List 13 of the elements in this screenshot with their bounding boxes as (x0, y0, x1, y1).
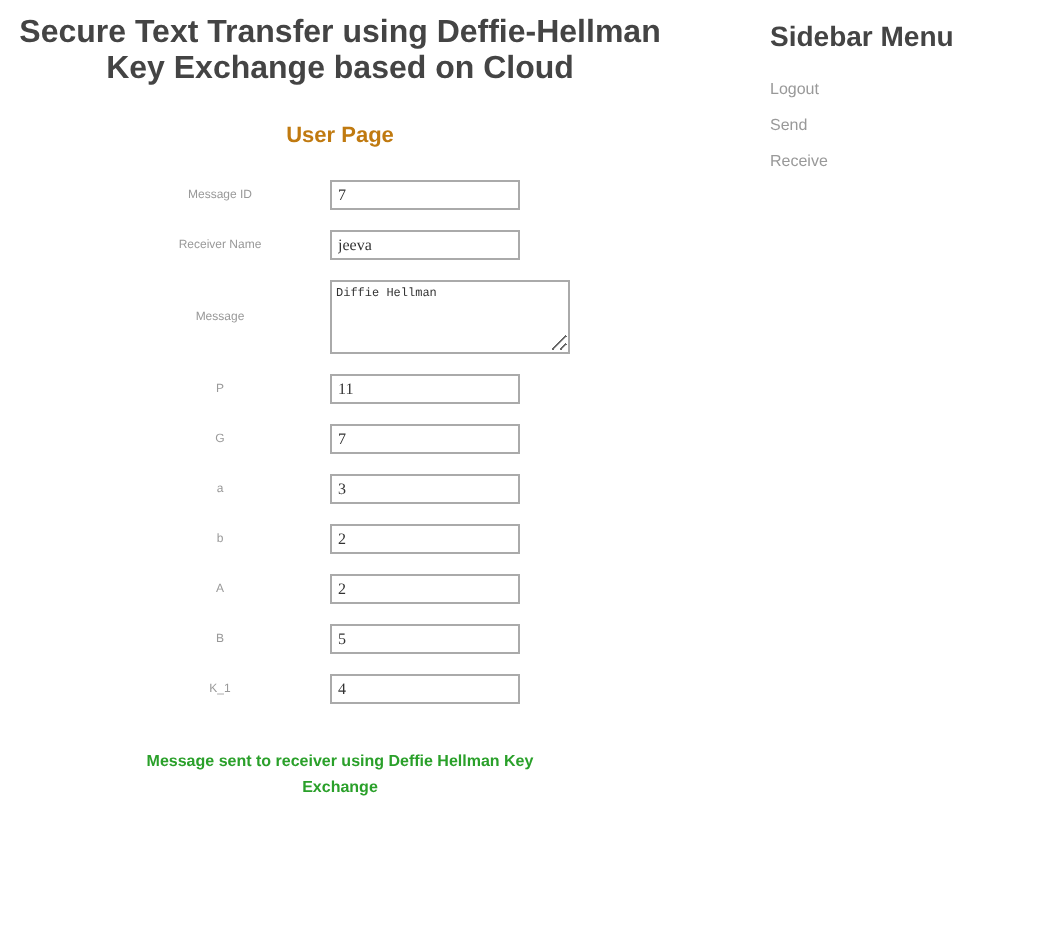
sidebar-title: Sidebar Menu (770, 20, 954, 52)
input-field[interactable]: 7 (330, 180, 520, 210)
input-field[interactable]: 4 (330, 674, 520, 704)
input-field[interactable]: 2 (330, 574, 520, 604)
page-title: Secure Text Transfer using Deffie-Hellman Key Exchange based on Cloud (17, 16, 663, 88)
status-message: Message sent to receiver using Deffie Hellman Key Exchange (144, 750, 536, 800)
input-field[interactable]: 5 (330, 624, 520, 654)
input-field[interactable]: 2 (330, 524, 520, 554)
input-field[interactable]: 11 (330, 374, 520, 404)
input-field[interactable]: 7 (330, 424, 520, 454)
input-field[interactable]: 3 (330, 474, 520, 504)
input-field[interactable]: jeeva (330, 230, 520, 260)
page-heading: User Page (286, 124, 394, 148)
